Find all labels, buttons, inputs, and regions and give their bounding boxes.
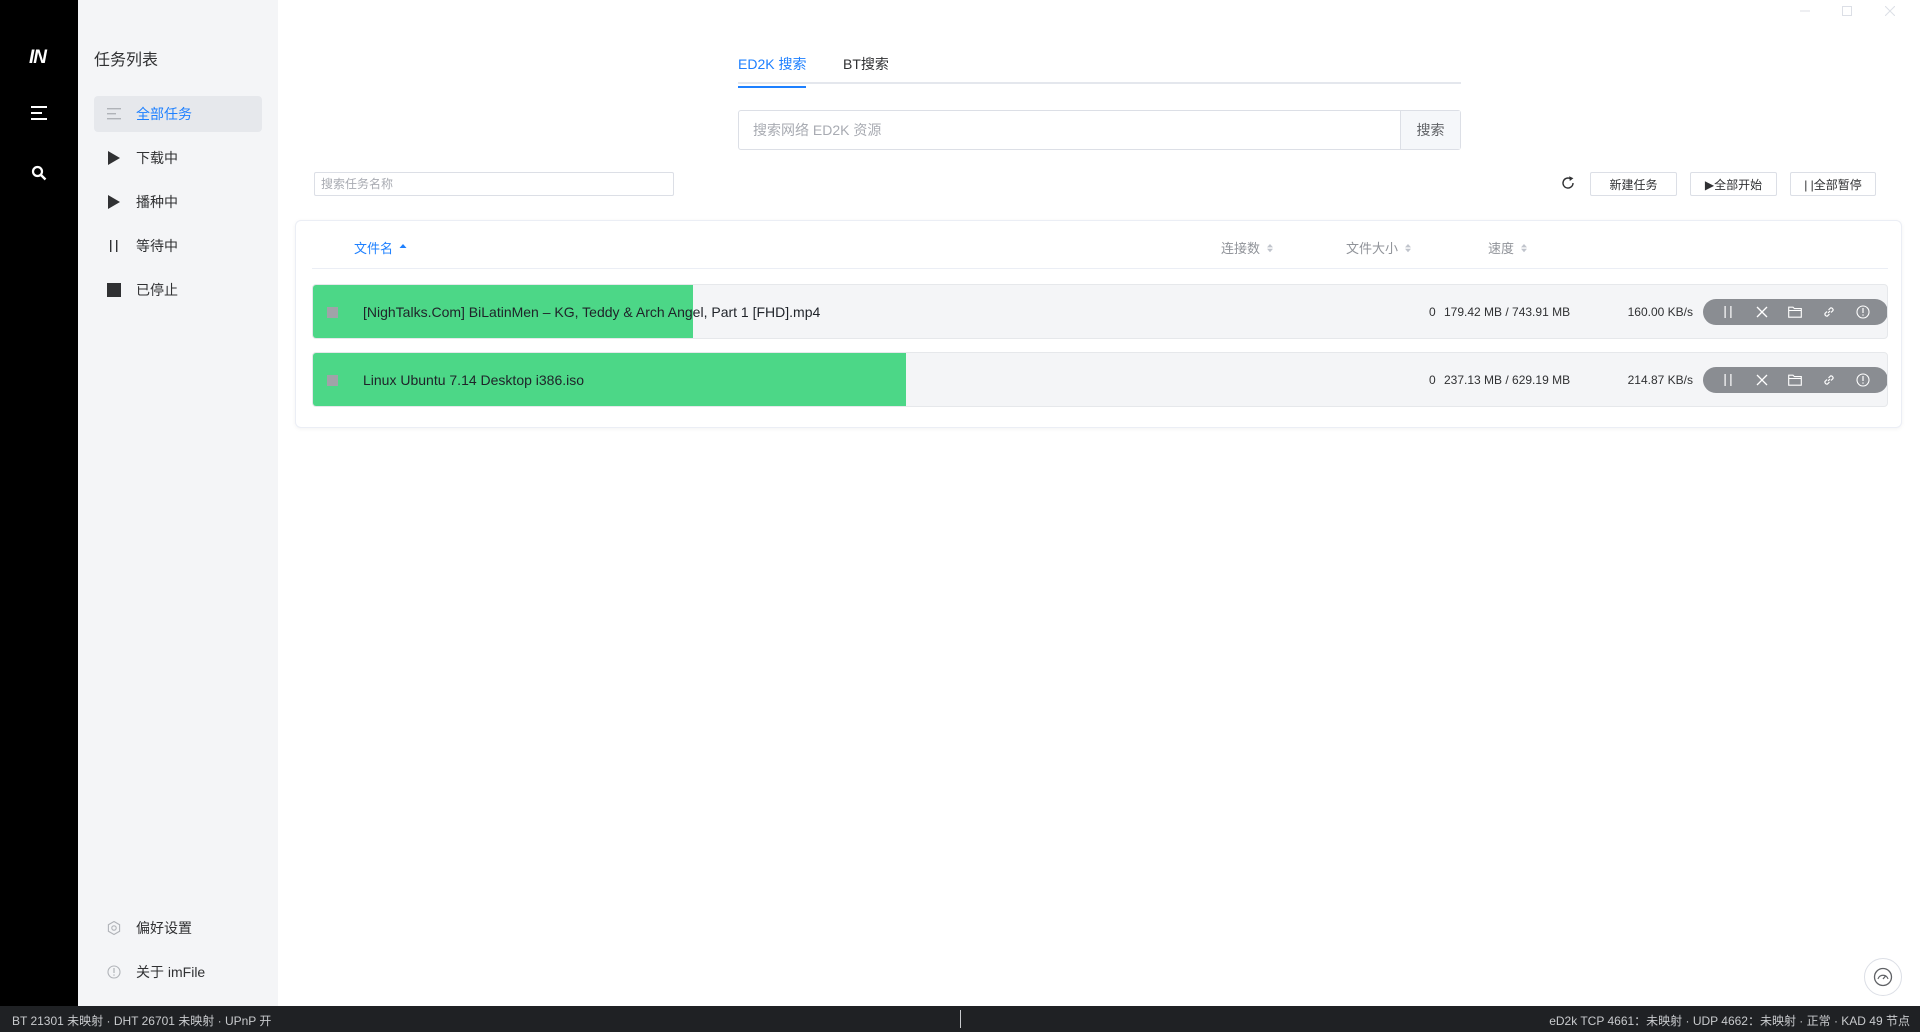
sort-icon: [1520, 243, 1528, 253]
icon-rail: IN: [0, 0, 78, 1006]
close-window-icon[interactable]: [1881, 2, 1899, 20]
column-header-size[interactable]: 文件大小: [1346, 238, 1412, 257]
link-icon[interactable]: [1818, 301, 1840, 323]
stop-icon[interactable]: [327, 375, 338, 386]
maximize-icon[interactable]: [1838, 2, 1856, 20]
sidebar-item-about[interactable]: 关于 imFile: [94, 957, 262, 987]
table-row[interactable]: [NighTalks.Com] BiLatinMen – KG, Teddy &…: [312, 284, 1888, 339]
task-table: 文件名 连接数 文件大小 速度 [NighTalks.Com] BiLatinM…: [295, 220, 1902, 428]
bt-status: BT 21301 未映射 · DHT 26701 未映射 · UPnP 开: [12, 1014, 272, 1028]
status-divider: [960, 1010, 961, 1028]
pause-all-button[interactable]: | |全部暂停: [1790, 172, 1876, 196]
list-icon: [106, 106, 122, 122]
app-window: IN 任务列表 全部任务 下载中 播种中 等待中 已停止 偏好设置 关于 imF…: [0, 0, 1920, 1032]
column-header-connections[interactable]: 连接数: [1221, 238, 1274, 257]
ed2k-search-bar: 搜索: [738, 110, 1461, 150]
row-actions: [1703, 367, 1887, 393]
minimize-icon[interactable]: [1796, 2, 1814, 20]
sidebar-item-label: 偏好设置: [136, 920, 192, 936]
search-button[interactable]: 搜索: [1400, 111, 1460, 149]
speedometer-icon[interactable]: [1864, 958, 1902, 996]
sidebar-item-label: 全部任务: [136, 106, 192, 122]
main-panel: ED2K 搜索 BT搜索 搜索 新建任务 ▶全部开始 | |全部暂停 文件名: [278, 0, 1920, 1006]
folder-icon[interactable]: [1784, 369, 1806, 391]
stop-icon: [106, 282, 122, 298]
app-logo: IN: [29, 47, 47, 68]
sidebar-item-waiting[interactable]: 等待中: [94, 228, 262, 264]
sidebar-title: 任务列表: [94, 52, 159, 69]
play-icon: [106, 150, 122, 166]
sidebar-item-downloading[interactable]: 下载中: [94, 140, 262, 176]
connections-value: 0: [1429, 373, 1436, 387]
column-header-speed[interactable]: 速度: [1488, 238, 1528, 257]
task-search-input[interactable]: [314, 172, 674, 196]
search-icon[interactable]: [24, 158, 54, 188]
sidebar-item-label: 下载中: [136, 150, 178, 166]
pause-icon[interactable]: [1717, 369, 1739, 391]
new-task-button[interactable]: 新建任务: [1590, 172, 1677, 196]
ed2k-status: eD2k TCP 4661：未映射 · UDP 4662：未映射 · 正常 · …: [1549, 1014, 1910, 1028]
sidebar: 任务列表 全部任务 下载中 播种中 等待中 已停止 偏好设置 关于 imFile: [78, 0, 278, 1006]
sidebar-item-preferences[interactable]: 偏好设置: [94, 913, 262, 943]
delete-icon[interactable]: [1751, 301, 1773, 323]
sidebar-item-all-tasks[interactable]: 全部任务: [94, 96, 262, 132]
file-name: Linux Ubuntu 7.14 Desktop i386.iso: [363, 372, 585, 388]
delete-icon[interactable]: [1751, 369, 1773, 391]
table-row[interactable]: Linux Ubuntu 7.14 Desktop i386.iso 0 237…: [312, 352, 1888, 407]
tab-bt-search[interactable]: BT搜索: [843, 54, 889, 86]
settings-icon: [106, 920, 122, 936]
link-icon[interactable]: [1818, 369, 1840, 391]
menu-icon[interactable]: [24, 98, 54, 128]
sidebar-item-label: 等待中: [136, 238, 178, 254]
sidebar-item-label: 关于 imFile: [136, 964, 206, 980]
sidebar-item-label: 已停止: [136, 282, 178, 298]
column-header-name[interactable]: 文件名: [354, 238, 407, 257]
size-value: 237.13 MB / 629.19 MB: [1444, 373, 1571, 387]
info-icon: [106, 964, 122, 980]
sidebar-item-stopped[interactable]: 已停止: [94, 272, 262, 308]
stop-icon[interactable]: [327, 307, 338, 318]
size-value: 179.42 MB / 743.91 MB: [1444, 305, 1571, 319]
status-bar: BT 21301 未映射 · DHT 26701 未映射 · UPnP 开 eD…: [0, 1006, 1920, 1032]
sort-asc-icon: [399, 243, 407, 253]
connections-value: 0: [1429, 305, 1436, 319]
row-actions: [1703, 299, 1887, 325]
file-name: [NighTalks.Com] BiLatinMen – KG, Teddy &…: [363, 304, 821, 320]
sort-icon: [1266, 243, 1274, 253]
pause-icon: [106, 238, 122, 254]
info-icon[interactable]: [1852, 301, 1874, 323]
play-icon: [106, 194, 122, 210]
speed-value: 214.87 KB/s: [1627, 373, 1693, 387]
table-header: 文件名 连接数 文件大小 速度: [312, 221, 1888, 269]
info-icon[interactable]: [1852, 369, 1874, 391]
sort-icon: [1404, 243, 1412, 253]
ed2k-search-input[interactable]: [739, 111, 1400, 149]
pause-icon[interactable]: [1717, 301, 1739, 323]
folder-icon[interactable]: [1784, 301, 1806, 323]
sidebar-item-seeding[interactable]: 播种中: [94, 184, 262, 220]
tab-ed2k-search[interactable]: ED2K 搜索: [738, 54, 807, 88]
start-all-button[interactable]: ▶全部开始: [1690, 172, 1777, 196]
search-tabs: ED2K 搜索 BT搜索: [738, 46, 1461, 88]
speed-value: 160.00 KB/s: [1627, 305, 1693, 319]
sidebar-item-label: 播种中: [136, 194, 178, 210]
refresh-icon[interactable]: [1556, 171, 1580, 195]
